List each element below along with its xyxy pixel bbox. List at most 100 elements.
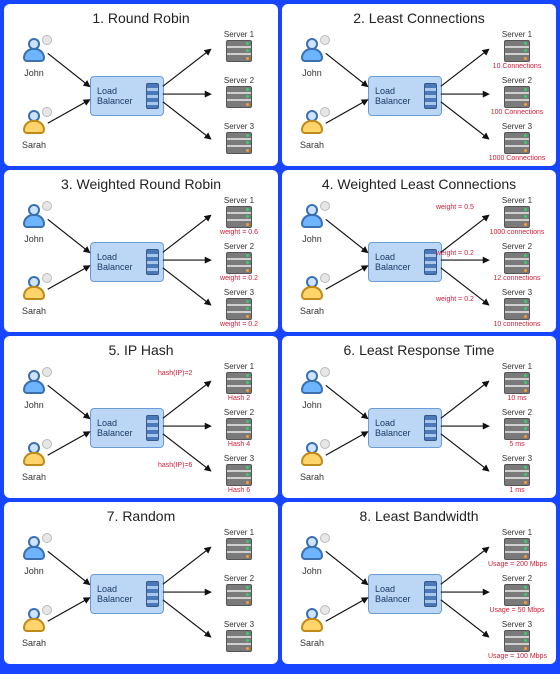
server-label: Server 3 — [488, 288, 546, 297]
server-icon — [504, 86, 530, 108]
panel-title: 7. Random — [4, 508, 278, 524]
user-label: Sarah — [292, 472, 332, 482]
server-icon — [226, 538, 252, 560]
load-balancer: Load Balancer — [368, 76, 442, 116]
server-label: Server 3 — [488, 454, 546, 463]
server-label: Server 1 — [488, 362, 546, 371]
user-john: John — [292, 38, 332, 78]
server-rack-icon — [424, 83, 437, 109]
server-1: Server 1 Usage = 200 Mbps — [488, 528, 546, 568]
user-label: John — [14, 400, 54, 410]
annotation-post: Usage = 100 Mbps — [488, 653, 546, 660]
annotation-post: 10 Connections — [488, 63, 546, 70]
user-avatar-icon — [298, 370, 326, 398]
server-3: Server 3 weight = 0.2 — [210, 288, 268, 328]
server-1: Server 1 — [210, 528, 268, 561]
annotation-post: 1 ms — [488, 487, 546, 494]
annotation-post: 1000 connections — [488, 229, 546, 236]
annotation-pre: hash(IP)=2 — [158, 370, 192, 377]
server-icon — [504, 464, 530, 486]
load-balancer: Load Balancer — [90, 242, 164, 282]
user-label: John — [292, 234, 332, 244]
user-label: John — [14, 566, 54, 576]
user-sarah: Sarah — [14, 110, 54, 150]
server-3: Server 3 Usage = 100 Mbps — [488, 620, 546, 660]
server-rack-icon — [146, 415, 159, 441]
load-balancer-label: Load Balancer — [97, 584, 142, 605]
user-sarah: Sarah — [292, 608, 332, 648]
user-label: John — [292, 68, 332, 78]
server-3: weight = 0.2 Server 3 10 connections — [488, 288, 546, 328]
server-1: weight = 0.5 Server 1 1000 connections — [488, 196, 546, 236]
load-balancer-label: Load Balancer — [97, 252, 142, 273]
panel-title: 6. Least Response Time — [282, 342, 556, 358]
server-icon — [226, 298, 252, 320]
server-3: Server 3 1000 Connections — [488, 122, 546, 162]
load-balancer-label: Load Balancer — [97, 418, 142, 439]
load-balancer: Load Balancer — [368, 408, 442, 448]
user-label: Sarah — [14, 638, 54, 648]
annotation-pre: hash(IP)=6 — [158, 462, 192, 469]
user-label: John — [14, 234, 54, 244]
server-icon — [226, 464, 252, 486]
server-icon — [504, 418, 530, 440]
panel-title: 5. IP Hash — [4, 342, 278, 358]
user-avatar-icon — [298, 442, 326, 470]
user-label: Sarah — [14, 472, 54, 482]
server-label: Server 1 — [210, 196, 268, 205]
server-2: Server 2 — [210, 574, 268, 607]
server-label: Server 3 — [210, 454, 268, 463]
panel-title: 1. Round Robin — [4, 10, 278, 26]
server-icon — [226, 132, 252, 154]
server-label: Server 2 — [488, 408, 546, 417]
panel-least-connections: 2. Least Connections John Sarah Load Bal… — [282, 4, 556, 166]
annotation-post: 5 ms — [488, 441, 546, 448]
load-balancer: Load Balancer — [90, 76, 164, 116]
user-label: John — [292, 566, 332, 576]
server-1: Server 1 10 Connections — [488, 30, 546, 70]
load-balancer-label: Load Balancer — [375, 86, 420, 107]
server-icon — [504, 538, 530, 560]
server-label: Server 1 — [210, 30, 268, 39]
server-1: Server 1 10 ms — [488, 362, 546, 402]
user-sarah: Sarah — [14, 608, 54, 648]
user-label: Sarah — [292, 140, 332, 150]
panel-title: 3. Weighted Round Robin — [4, 176, 278, 192]
user-label: John — [14, 68, 54, 78]
server-label: Server 3 — [210, 288, 268, 297]
user-john: John — [292, 536, 332, 576]
server-label: Server 3 — [488, 122, 546, 131]
server-3: hash(IP)=6 Server 3 Hash 6 — [210, 454, 268, 494]
annotation-post: Hash 6 — [210, 487, 268, 494]
panel-least-response-time: 6. Least Response Time John Sarah Load B… — [282, 336, 556, 498]
annotation-post: 10 connections — [488, 321, 546, 328]
server-label: Server 2 — [488, 242, 546, 251]
user-john: John — [14, 204, 54, 244]
server-icon — [504, 132, 530, 154]
server-rack-icon — [146, 83, 159, 109]
user-sarah: Sarah — [292, 110, 332, 150]
annotation-post: weight = 0.2 — [210, 321, 268, 328]
server-icon — [504, 40, 530, 62]
server-icon — [226, 630, 252, 652]
server-icon — [226, 418, 252, 440]
server-label: Server 2 — [210, 408, 268, 417]
server-icon — [226, 584, 252, 606]
user-avatar-icon — [20, 204, 48, 232]
user-john: John — [292, 370, 332, 410]
user-sarah: Sarah — [292, 276, 332, 316]
user-avatar-icon — [298, 608, 326, 636]
user-label: Sarah — [14, 306, 54, 316]
load-balancer: Load Balancer — [90, 408, 164, 448]
load-balancer: Load Balancer — [368, 574, 442, 614]
panel-weighted-least-connections: 4. Weighted Least Connections John Sarah… — [282, 170, 556, 332]
annotation-post: weight = 0.6 — [210, 229, 268, 236]
user-avatar-icon — [298, 536, 326, 564]
server-2: Server 2 Hash 4 — [210, 408, 268, 448]
load-balancer-label: Load Balancer — [375, 584, 420, 605]
user-john: John — [14, 370, 54, 410]
server-label: Server 1 — [488, 196, 546, 205]
user-sarah: Sarah — [14, 276, 54, 316]
server-rack-icon — [146, 581, 159, 607]
user-label: Sarah — [14, 140, 54, 150]
